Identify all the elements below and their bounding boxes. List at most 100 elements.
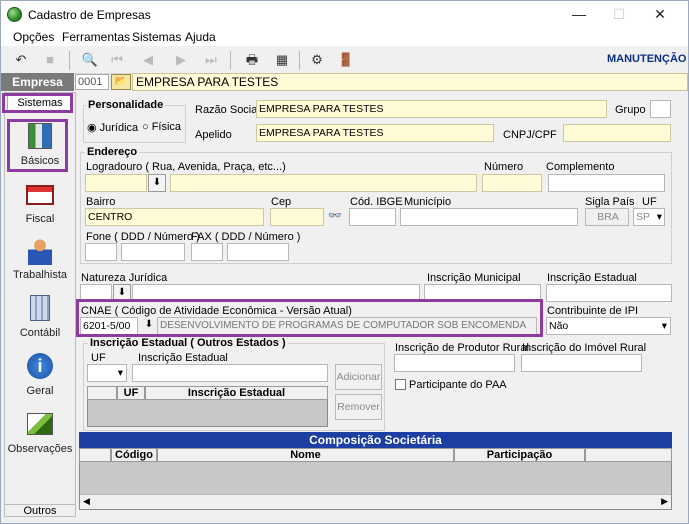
sigla-pais-input[interactable]: BRA [585,208,629,226]
print-icon[interactable]: 🖶 [243,51,261,69]
sidebar-item-label: Trabalhista [12,269,67,281]
highlight-cnae [76,299,543,337]
cnpj-label: CNPJ/CPF [503,129,557,141]
endereco-title: Endereço [85,146,140,158]
razao-social-input[interactable]: EMPRESA PARA TESTES [256,100,607,118]
menu-sistemas[interactable]: Sistemas [132,30,181,44]
stop-icon[interactable]: ■ [41,51,59,69]
horizontal-scrollbar[interactable]: ◀ ▶ [80,494,671,509]
cnpj-input[interactable] [563,124,671,142]
composicao-title: Composição Societária [79,432,672,448]
download-arrow-icon[interactable]: ⬇ [148,174,166,192]
menu-ajuda[interactable]: Ajuda [185,30,216,44]
numero-input[interactable] [482,174,542,192]
logradouro-input[interactable] [170,174,477,192]
first-record-icon[interactable]: ⏮ [108,51,126,69]
uf-select[interactable]: SP ▾ [633,208,665,226]
menu-opcoes[interactable]: Opções [13,30,54,44]
oe-col-ie: Inscrição Estadual [145,386,328,400]
fone-ddd-input[interactable] [85,243,117,261]
preview-icon[interactable]: 🔍 [81,51,99,69]
bairro-input[interactable]: CENTRO [85,208,264,226]
logradouro-tipo-input[interactable] [85,174,147,192]
sidebar-footer[interactable]: Outros [5,504,75,517]
municipio-input[interactable] [400,208,578,226]
cep-label: Cep [271,196,292,208]
next-record-icon[interactable]: ▶ [172,51,190,69]
municipio-label: Município [404,196,452,208]
insc-estadual-input[interactable] [546,284,672,302]
toolbar-separator [230,51,231,70]
main-window: Cadastro de Empresas — ☐ ✕ Opções Ferram… [0,0,689,524]
fax-numero-input[interactable] [227,243,289,261]
worker-icon [28,237,52,265]
fax-ddd-input[interactable] [191,243,223,261]
report-icon[interactable]: ▦ [273,51,291,69]
open-folder-icon[interactable]: 📂 [111,74,131,90]
adicionar-button[interactable]: Adicionar [335,364,382,390]
oe-ie-input[interactable] [132,364,328,382]
grid-corner [79,448,111,462]
exit-door-icon[interactable]: 🚪 [337,51,355,69]
last-record-icon[interactable]: ⏭ [202,51,220,69]
paa-label: Participante do PAA [409,379,507,391]
complemento-label: Complemento [546,161,615,173]
tools-icon[interactable]: ⚙ [308,51,326,69]
imovel-input[interactable] [521,354,642,372]
ipi-select[interactable]: Não ▾ [546,317,671,335]
comp-col-participacao: Participação [454,448,585,462]
comp-col-codigo: Código [111,448,157,462]
insc-municipal-label: Inscrição Municipal [427,272,521,284]
oe-uf-label: UF [91,352,106,364]
highlight-sistemas [2,93,73,113]
remover-button[interactable]: Remover [335,394,382,420]
oe-uf-select[interactable]: ▾ [87,364,127,382]
sidebar-item-trabalhista[interactable]: Trabalhista [4,237,76,281]
sidebar-item-label: Contábil [19,327,61,339]
grid-corner [87,386,117,400]
fone-numero-input[interactable] [121,243,185,261]
ipi-label: Contribuinte de IPI [547,305,639,317]
produtor-input[interactable] [394,354,515,372]
maximize-button[interactable]: ☐ [601,4,637,24]
sigla-pais-label: Sigla País [585,196,635,208]
bairro-label: Bairro [86,196,116,208]
paa-checkbox[interactable] [395,379,406,390]
insc-estadual-label: Inscrição Estadual [547,272,637,284]
razao-social-label: Razão Social [195,104,260,116]
menu-ferramentas[interactable]: Ferramentas [62,30,130,44]
comp-col-extra [585,448,672,462]
ibge-input[interactable] [349,208,396,226]
highlight-basicos [7,119,68,172]
cep-input[interactable] [270,208,324,226]
fiscal-icon [26,185,54,205]
uf-label: UF [642,196,657,208]
outros-estados-title: Inscrição Estadual ( Outros Estados ) [88,337,288,349]
apelido-input[interactable]: EMPRESA PARA TESTES [256,124,494,142]
calculator-icon [30,295,50,321]
empresa-code: 0001 [75,74,109,90]
undo-icon[interactable]: ↶ [12,51,30,69]
imovel-label: Inscrição do Imóvel Rural [522,342,647,354]
radio-juridica[interactable]: ◉ Jurídica [87,121,138,134]
sidebar-item-observacoes[interactable]: Observações [4,411,76,455]
grupo-input[interactable] [650,100,671,118]
sidebar-item-contabil[interactable]: Contábil [4,295,76,339]
ibge-label: Cód. IBGE [350,196,403,208]
sidebar-item-fiscal[interactable]: Fiscal [4,181,76,225]
grupo-label: Grupo [615,104,646,116]
apelido-label: Apelido [195,129,232,141]
close-button[interactable]: ✕ [642,4,678,24]
personalidade-title: Personalidade [86,99,166,111]
minimize-button[interactable]: — [561,4,597,24]
binoculars-icon[interactable]: 👓 [326,209,344,225]
empresa-label: Empresa [1,73,74,91]
sidebar-item-geral[interactable]: i Geral [4,353,76,397]
scroll-left-icon[interactable]: ◀ [83,496,90,507]
scroll-right-icon[interactable]: ▶ [661,496,668,507]
comp-col-nome: Nome [157,448,454,462]
complemento-input[interactable] [548,174,665,192]
prev-record-icon[interactable]: ◀ [139,51,157,69]
info-icon: i [27,353,53,379]
radio-fisica[interactable]: ○ Física [142,121,181,133]
